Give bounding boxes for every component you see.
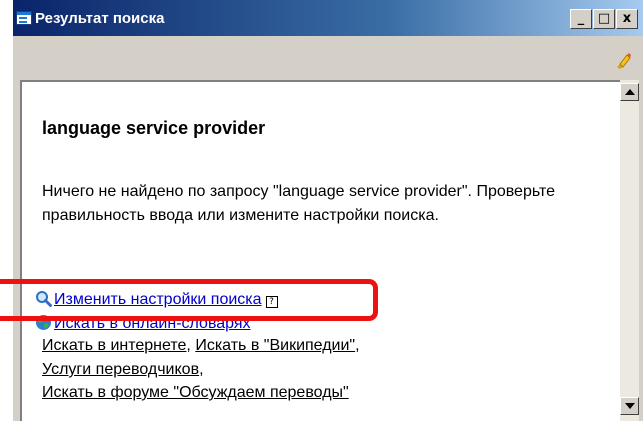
separator-comma: , <box>199 361 204 378</box>
search-results-pane: language service provider Ничего не найд… <box>20 80 620 421</box>
translator-services-link[interactable]: Услуги переводчиков <box>42 361 199 378</box>
change-settings-row: Изменить настройки поиска? <box>35 290 278 309</box>
online-dictionaries-row: Искать в онлайн-словарях <box>35 314 251 333</box>
forum-row: Искать в форуме "Обсуждаем переводы" <box>42 384 349 402</box>
arrow-up-icon <box>625 89 635 95</box>
query-heading: language service provider <box>42 118 266 138</box>
title-bar[interactable]: Результат поиска _ □ x <box>13 0 643 36</box>
maximize-button[interactable]: □ <box>593 9 615 29</box>
search-online-dictionaries-link[interactable]: Искать в онлайн-словарях <box>54 315 251 332</box>
arrow-down-icon <box>625 403 635 409</box>
help-icon[interactable]: ? <box>265 296 278 308</box>
search-result-window: Результат поиска _ □ x language service … <box>13 0 643 421</box>
no-results-message: Ничего не найдено по запросу "language s… <box>42 183 555 224</box>
vertical-scrollbar[interactable] <box>620 80 639 421</box>
change-search-settings-link[interactable]: Изменить настройки поиска <box>54 291 262 308</box>
minimize-button[interactable]: _ <box>570 9 592 29</box>
app-window-icon <box>16 11 32 25</box>
magnifier-icon <box>36 291 52 307</box>
translator-services-row: Услуги переводчиков, <box>42 361 204 379</box>
internet-wikipedia-row: Искать в интернете, Искать в "Википедии"… <box>42 337 360 355</box>
window-title: Результат поиска <box>35 10 165 27</box>
search-internet-link[interactable]: Искать в интернете <box>42 337 186 354</box>
search-forum-link[interactable]: Искать в форуме "Обсуждаем переводы" <box>42 384 349 401</box>
highlighter-icon[interactable] <box>614 52 632 70</box>
scroll-down-button[interactable] <box>620 397 639 415</box>
separator-comma: , <box>186 337 191 354</box>
separator-comma: , <box>355 337 360 354</box>
toolbar <box>13 36 643 80</box>
close-button[interactable]: x <box>616 9 638 29</box>
scroll-up-button[interactable] <box>620 83 639 101</box>
search-wikipedia-link[interactable]: Искать в "Википедии" <box>195 337 355 354</box>
globe-icon <box>36 315 51 330</box>
